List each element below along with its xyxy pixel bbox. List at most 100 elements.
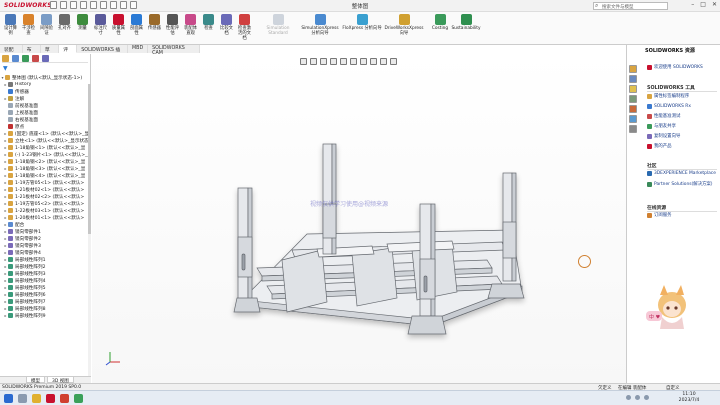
ime-icon[interactable] <box>644 395 649 400</box>
tool-link[interactable]: SOLIDWORKS Rx <box>647 104 719 109</box>
appearance-icon[interactable] <box>370 58 377 65</box>
minimize-icon[interactable]: – <box>691 1 694 8</box>
network-icon[interactable] <box>626 395 631 400</box>
ribbon-button[interactable]: 检查 <box>200 14 217 31</box>
graphics-viewport[interactable]: 视频仅供学习使用@视频来源 <box>92 54 626 383</box>
tree-item[interactable]: ▸ 镜向零部件3 <box>0 242 91 249</box>
tree-item[interactable]: ▸ 局部线性阵列9 <box>0 312 91 319</box>
command-tab[interactable]: 装配体 <box>0 45 23 60</box>
tree-item[interactable]: ▸ 局部线性阵列6 <box>0 291 91 298</box>
browser-icon[interactable] <box>74 394 83 403</box>
tree-item[interactable]: ▸ 1-18角钢<4> (默认<<默认>_显 <box>0 172 91 179</box>
ribbon-button[interactable]: 质量属性 <box>110 14 127 36</box>
command-tab[interactable]: 布局 <box>23 45 41 60</box>
tree-item[interactable]: 传感器 <box>0 88 91 95</box>
tree-item[interactable]: ▸ 配合 <box>0 221 91 228</box>
ribbon-button[interactable]: 间隙验证 <box>38 14 55 36</box>
ribbon-button[interactable]: 孔对齐 <box>56 14 73 31</box>
solidworks-forum-tab-icon[interactable] <box>629 125 637 133</box>
tree-item[interactable]: ▸ 1-19方管05<1> (默认<<默认> <box>0 179 91 186</box>
section-view-icon[interactable] <box>330 58 337 65</box>
ribbon-button[interactable]: 设计算例 <box>2 14 19 36</box>
hide-show-icon[interactable] <box>360 58 367 65</box>
dimxpert-icon[interactable] <box>32 54 39 62</box>
search-icon[interactable] <box>18 394 27 403</box>
ribbon-button[interactable]: 传感器 <box>146 14 163 31</box>
ribbon-button[interactable]: 标注尺寸 <box>92 14 109 36</box>
filter-icon[interactable]: ▼ <box>3 65 8 72</box>
tree-item[interactable]: ▸ (-) 1-23钢片<1> (默认<<默认>_显 <box>0 151 91 158</box>
tree-item[interactable]: ▸ 局部线性阵列8 <box>0 305 91 312</box>
tree-item[interactable]: ▸ 镜向零部件4 <box>0 249 91 256</box>
scene-icon[interactable] <box>380 58 387 65</box>
ribbon-button[interactable]: 比较文档 <box>218 14 235 36</box>
command-tab[interactable]: SOLIDWORKS CAM <box>148 45 201 56</box>
tree-item[interactable]: ▸ 局部线性阵列5 <box>0 284 91 291</box>
ribbon-button[interactable]: Sustainability <box>446 14 486 31</box>
taskbar-clock[interactable]: 11:10 2023/7/4 <box>672 392 706 404</box>
command-tab[interactable]: MBD <box>128 45 149 53</box>
tree-item[interactable]: ▸ (固定) 底座<1> (默认<<默认>_显示 <box>0 130 91 137</box>
previous-view-icon[interactable] <box>320 58 327 65</box>
ribbon-button[interactable]: 测量 <box>74 14 91 31</box>
tree-item[interactable]: ▸ 1-21板材02<1> (默认<<默认> <box>0 186 91 193</box>
tree-item[interactable]: ▸ 注解 <box>0 95 91 102</box>
ribbon-button[interactable]: FloXpress 分析向导 <box>342 14 382 31</box>
tool-link[interactable]: 复制设置向导 <box>647 134 719 139</box>
ribbon-button[interactable]: Simulation Standard <box>258 14 298 36</box>
tree-item[interactable]: ▸ 局部线性阵列7 <box>0 298 91 305</box>
tree-item[interactable]: ▸ 1-19方管05<2> (默认<<默认> <box>0 200 91 207</box>
command-tab[interactable]: 评估 <box>59 45 78 60</box>
tool-link[interactable]: 属性标签编制程序 <box>647 94 719 99</box>
subscription-link[interactable]: 订阅服务 <box>647 213 719 218</box>
marketplace-link[interactable]: 3DEXPERIENCE Marketplace <box>647 171 719 176</box>
tree-item[interactable]: ▸ 1-18角钢<2> (默认<<默认>_显 <box>0 158 91 165</box>
tree-item[interactable]: ▸ 1-18角钢<3> (默认<<默认>_显 <box>0 165 91 172</box>
tree-item[interactable]: ▸ 1-21板材02<2> (默认<<默认> <box>0 193 91 200</box>
tree-item[interactable]: ▸ 1-18角钢<1> (默认<<默认>_显 <box>0 144 91 151</box>
tree-item[interactable]: 前视基准面 <box>0 102 91 109</box>
display-style-icon[interactable] <box>350 58 357 65</box>
media-app-icon[interactable] <box>60 394 69 403</box>
tool-link[interactable]: 我的产品 <box>647 144 719 149</box>
view-settings-icon[interactable] <box>390 58 397 65</box>
file-explorer-icon[interactable] <box>32 394 41 403</box>
solidworks-app-icon[interactable] <box>46 394 55 403</box>
tree-item[interactable]: ▸ 局部线性阵列4 <box>0 277 91 284</box>
zoom-area-icon[interactable] <box>310 58 317 65</box>
tree-item[interactable]: ▸ 1-22板材03<1> (默认<<默认> <box>0 207 91 214</box>
view-orientation-icon[interactable] <box>340 58 347 65</box>
command-tab[interactable]: SOLIDWORKS 插件 <box>77 45 129 60</box>
tree-item[interactable]: 右视基准面 <box>0 116 91 123</box>
maximize-icon[interactable]: □ <box>700 1 706 8</box>
configuration-manager-icon[interactable] <box>22 54 29 62</box>
ribbon-button[interactable]: DriveWorksXpress 向导 <box>384 14 424 36</box>
command-tab[interactable]: 草图 <box>41 45 60 60</box>
ribbon-button[interactable]: SimulationXpress 分析向导 <box>300 14 340 36</box>
ribbon-button[interactable]: 剖面属性 <box>128 14 145 36</box>
tree-item[interactable]: ▸ 镜向零部件2 <box>0 235 91 242</box>
ribbon-button[interactable]: 干涉检查 <box>20 14 37 36</box>
tool-link[interactable]: 性能基准测试 <box>647 114 719 119</box>
display-manager-icon[interactable] <box>42 54 49 62</box>
ribbon-button[interactable]: 性能评估 <box>164 14 181 36</box>
view-palette-tab-icon[interactable] <box>629 95 637 103</box>
tool-link[interactable]: 与朋友共享 <box>647 124 719 129</box>
design-library-tab-icon[interactable] <box>629 75 637 83</box>
close-icon[interactable]: ✕ <box>712 1 717 8</box>
tree-item[interactable]: ▾ 整体图 (默认<默认_显示状态-1>) <box>0 74 91 81</box>
tree-item[interactable]: ▸ 局部线性阵列1 <box>0 256 91 263</box>
start-windows-icon[interactable] <box>4 394 13 403</box>
search-input[interactable]: 搜索文件与模型 <box>593 2 668 10</box>
tree-scrollbar-thumb[interactable] <box>88 84 91 234</box>
tree-item[interactable]: ▸ 立柱<1> (默认<<默认>_显示状态 <box>0 137 91 144</box>
zoom-to-fit-icon[interactable] <box>300 58 307 65</box>
tree-item[interactable]: ▸ 局部线性阵列3 <box>0 270 91 277</box>
feature-tree-icon[interactable] <box>2 54 9 62</box>
property-manager-icon[interactable] <box>12 54 19 62</box>
tree-item[interactable]: ▸ 镜向零部件1 <box>0 228 91 235</box>
tree-item[interactable]: ▸ 1-20板材01<1> (默认<<默认> <box>0 214 91 221</box>
tree-item[interactable]: 原点 <box>0 123 91 130</box>
tree-item[interactable]: 上视基准面 <box>0 109 91 116</box>
ribbon-button[interactable]: 检查激活的文档 <box>236 14 253 41</box>
